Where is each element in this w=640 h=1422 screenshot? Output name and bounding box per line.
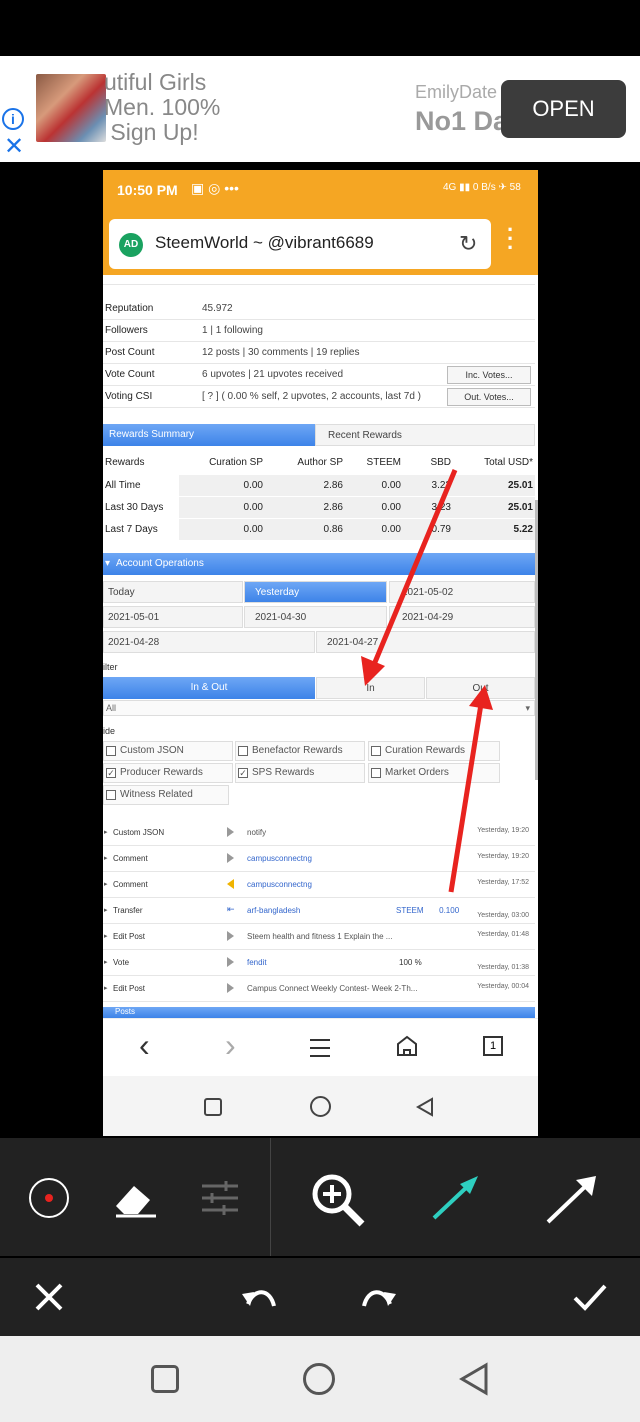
pen-arrow-icon[interactable] xyxy=(430,1174,482,1222)
action-bar xyxy=(0,1258,640,1336)
record-dot xyxy=(45,1194,53,1202)
arrow-tool-icon[interactable] xyxy=(544,1174,600,1226)
arrow-line xyxy=(448,703,484,893)
ad-tagline: No1 Da xyxy=(415,106,505,136)
back-button-icon[interactable] xyxy=(458,1362,490,1396)
ad-banner[interactable]: i ✕ utiful Girls Men. 100% Sign Up! Emil… xyxy=(0,56,640,162)
arrow-line xyxy=(370,469,458,668)
editor-toolbar xyxy=(0,1138,640,1256)
confirm-icon[interactable] xyxy=(572,1282,608,1312)
redo-icon[interactable] xyxy=(360,1284,398,1312)
info-icon[interactable]: i xyxy=(2,108,24,130)
home-button-icon[interactable] xyxy=(303,1363,335,1395)
eraser-icon[interactable] xyxy=(112,1178,158,1218)
ad-headline[interactable]: utiful Girls Men. 100% Sign Up! xyxy=(104,70,224,145)
record-icon[interactable] xyxy=(29,1178,69,1218)
cancel-icon[interactable] xyxy=(34,1282,64,1312)
zoom-in-icon[interactable] xyxy=(310,1172,366,1228)
annotation-arrows xyxy=(361,469,493,893)
ad-image[interactable] xyxy=(36,74,106,142)
phone-screenshot: 10:50 PM ▣ ◎ ••• 4G ▮▮ 0 B/s ✈ 58 AD Ste… xyxy=(103,170,538,1136)
arrow-head xyxy=(469,685,493,710)
recents-icon[interactable] xyxy=(151,1365,179,1393)
undo-icon[interactable] xyxy=(240,1284,278,1312)
system-nav-bar xyxy=(0,1336,640,1422)
ad-open-button[interactable]: OPEN xyxy=(501,80,626,138)
toolbar-divider xyxy=(270,1138,271,1256)
ad-brand: EmilyDate xyxy=(415,82,498,102)
close-icon[interactable]: ✕ xyxy=(4,134,24,160)
adjust-icon[interactable] xyxy=(200,1180,240,1216)
